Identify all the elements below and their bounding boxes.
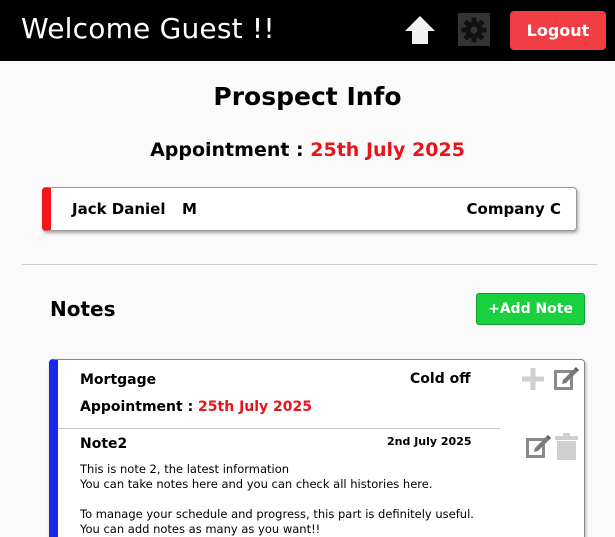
note-date: 2nd July 2025	[387, 435, 472, 448]
trash-icon[interactable]	[554, 432, 579, 461]
gear-icon[interactable]	[458, 13, 490, 46]
note-title: Note2	[80, 436, 128, 452]
edit-note-icon[interactable]	[524, 433, 552, 461]
prospect-gender: M	[182, 200, 197, 218]
note-type: Mortgage	[80, 372, 157, 388]
note-body: This is note 2, the latest information Y…	[80, 462, 474, 536]
edit-icon[interactable]	[552, 365, 580, 393]
home-icon[interactable]	[403, 14, 437, 46]
appointment-line: Appointment : 25th July 2025	[0, 139, 615, 161]
top-bar: Welcome Guest !! Logout	[0, 0, 615, 61]
note-panel: Mortgage Cold off Appointment : 25th Jul…	[49, 359, 585, 537]
section-divider	[22, 264, 597, 265]
appointment-date: 25th July 2025	[310, 139, 465, 161]
note-appointment-label: Appointment :	[80, 399, 194, 415]
note-status: Cold off	[410, 371, 471, 387]
prospect-card[interactable]: Jack Daniel M Company C	[42, 187, 577, 231]
prospect-name: Jack Daniel	[72, 200, 166, 218]
welcome-text: Welcome Guest !!	[21, 12, 275, 45]
page-title: Prospect Info	[213, 82, 402, 111]
note-separator	[58, 428, 500, 429]
note-appointment: Appointment : 25th July 2025	[80, 399, 312, 415]
note-appointment-date: 25th July 2025	[198, 399, 313, 415]
prospect-company: Company C	[466, 200, 562, 218]
add-icon[interactable]	[520, 366, 546, 392]
add-note-button[interactable]: +Add Note	[476, 293, 585, 325]
logout-button[interactable]: Logout	[510, 11, 606, 50]
notes-title: Notes	[50, 297, 116, 321]
appointment-label: Appointment :	[150, 139, 304, 161]
